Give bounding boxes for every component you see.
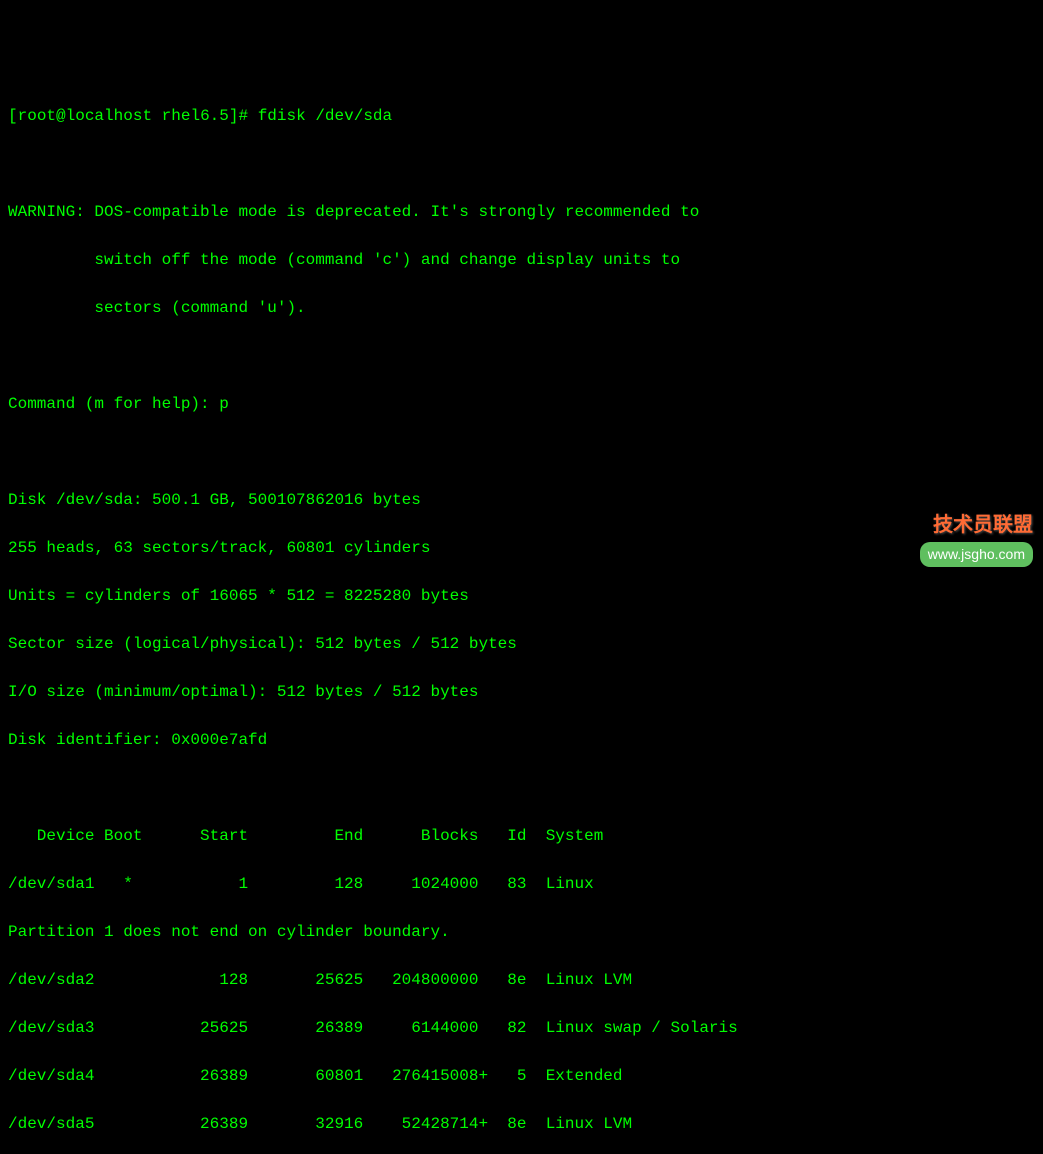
shell-prompt-line: [root@localhost rhel6.5]# fdisk /dev/sda [8, 104, 1035, 128]
disk-units-line: Units = cylinders of 16065 * 512 = 82252… [8, 584, 1035, 608]
prompt-symbol: # [238, 107, 248, 125]
warning-line-1: WARNING: DOS-compatible mode is deprecat… [8, 200, 1035, 224]
watermark-title: 技术员联盟 [920, 510, 1033, 540]
partition-row: /dev/sda1 * 1 128 1024000 83 Linux [8, 872, 1035, 896]
sector-size-line: Sector size (logical/physical): 512 byte… [8, 632, 1035, 656]
blank-line [8, 776, 1035, 800]
partition-table-header: Device Boot Start End Blocks Id System [8, 824, 1035, 848]
fdisk-command-prompt: Command (m for help): p [8, 392, 1035, 416]
watermark: 技术员联盟 www.jsgho.com [920, 510, 1033, 567]
prompt-host: localhost [66, 107, 152, 125]
watermark-url: www.jsgho.com [920, 542, 1033, 567]
blank-line [8, 344, 1035, 368]
command-text: fdisk /dev/sda [258, 107, 392, 125]
disk-identifier-line: Disk identifier: 0x000e7afd [8, 728, 1035, 752]
fdisk-prompt-label: Command (m for help): [8, 395, 219, 413]
warning-line-3: sectors (command 'u'). [8, 296, 1035, 320]
partition-boundary-note: Partition 1 does not end on cylinder bou… [8, 920, 1035, 944]
partition-row: /dev/sda3 25625 26389 6144000 82 Linux s… [8, 1016, 1035, 1040]
io-size-line: I/O size (minimum/optimal): 512 bytes / … [8, 680, 1035, 704]
blank-line [8, 152, 1035, 176]
warning-line-2: switch off the mode (command 'c') and ch… [8, 248, 1035, 272]
prompt-user: root [18, 107, 56, 125]
partition-row: /dev/sda5 26389 32916 52428714+ 8e Linux… [8, 1112, 1035, 1136]
disk-geometry-line: 255 heads, 63 sectors/track, 60801 cylin… [8, 536, 1035, 560]
fdisk-prompt-input[interactable]: p [219, 395, 229, 413]
prompt-cwd: rhel6.5 [162, 107, 229, 125]
blank-line [8, 440, 1035, 464]
partition-row: /dev/sda2 128 25625 204800000 8e Linux L… [8, 968, 1035, 992]
partition-row: /dev/sda4 26389 60801 276415008+ 5 Exten… [8, 1064, 1035, 1088]
disk-info-line: Disk /dev/sda: 500.1 GB, 500107862016 by… [8, 488, 1035, 512]
